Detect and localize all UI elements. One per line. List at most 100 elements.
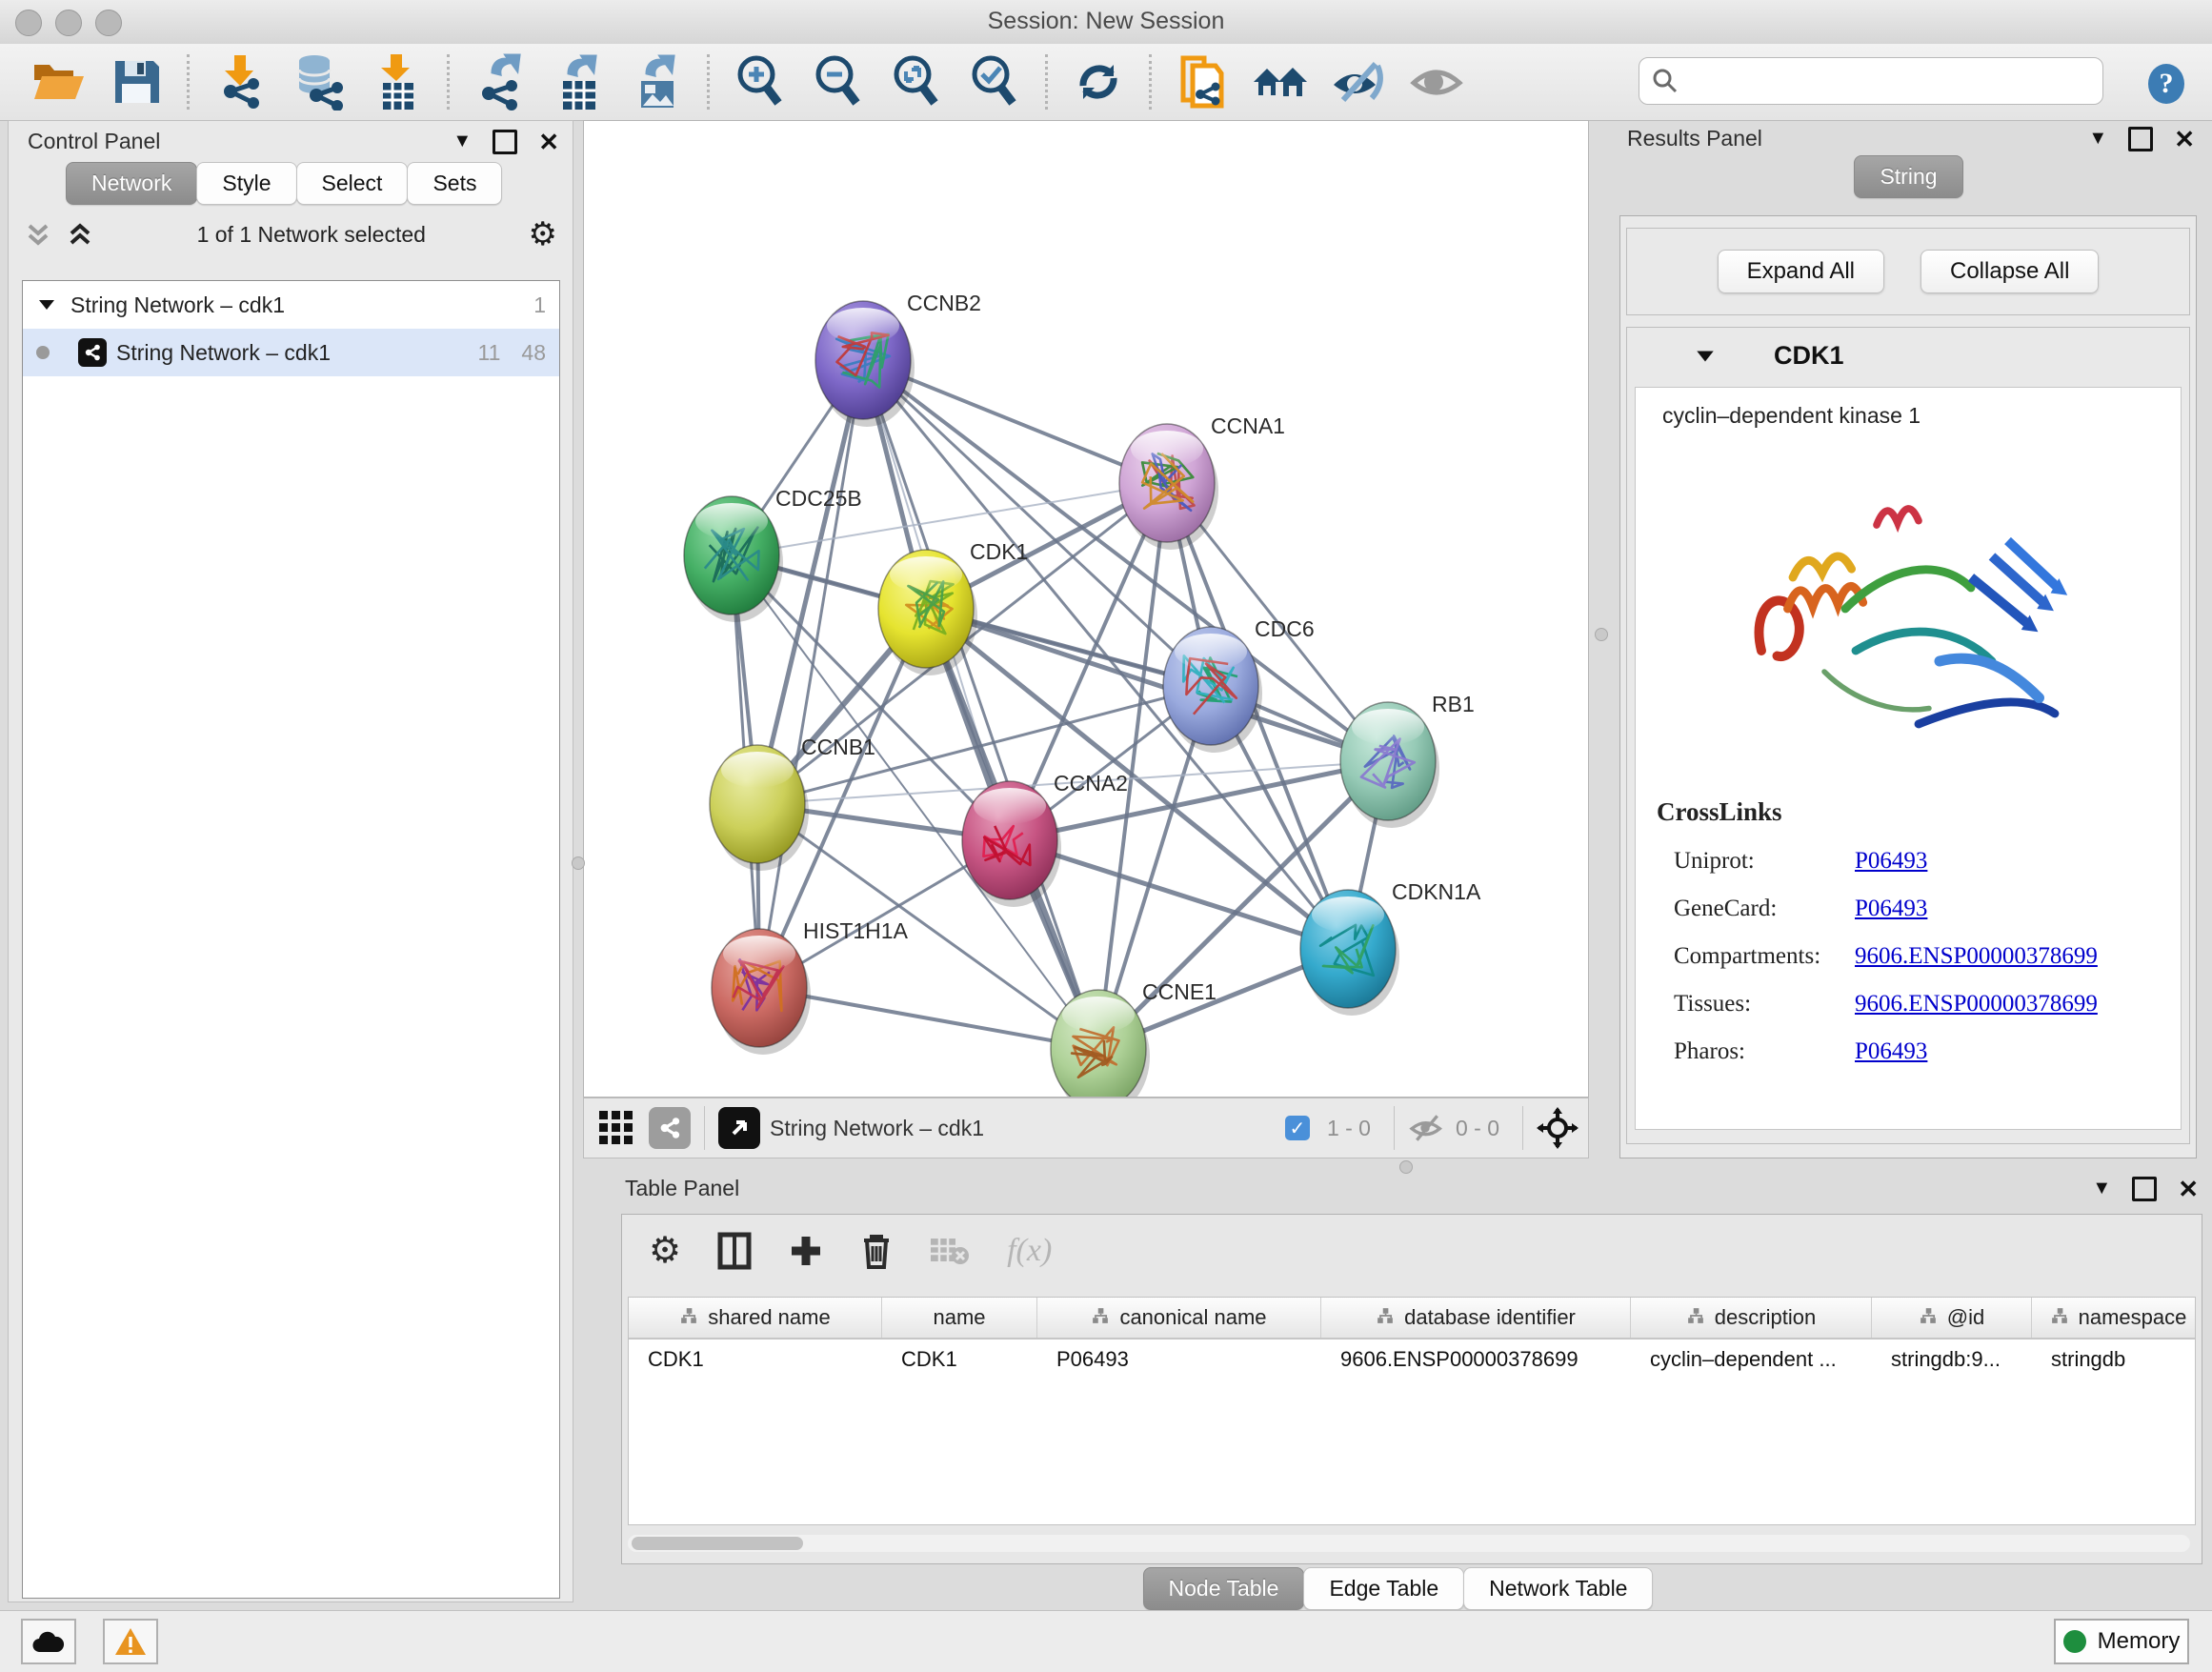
edge-ccnb2-ccne1[interactable] (863, 360, 1098, 1049)
cell-namespace[interactable]: stringdb (2032, 1340, 2196, 1380)
node-cdk1[interactable]: CDK1 (878, 539, 1028, 675)
clear-table-icon[interactable] (929, 1235, 971, 1267)
warnings-button[interactable] (103, 1619, 158, 1664)
add-column-icon[interactable] (788, 1233, 824, 1269)
collapse-caret-icon[interactable] (36, 294, 57, 315)
hidden-eye-icon[interactable] (1408, 1112, 1446, 1144)
table-gear-icon[interactable]: ⚙ (649, 1237, 681, 1265)
panel-float-icon[interactable] (2128, 127, 2153, 151)
import-table-icon[interactable] (367, 52, 426, 111)
network-canvas[interactable]: CCNB2 CCNA1 CDC25BCDK1 CDC6RB1 CCNB1 CCNA2 CDK… (583, 120, 1589, 1098)
node-cdkn1a[interactable]: CDKN1A (1300, 879, 1481, 1016)
cloud-button[interactable] (21, 1619, 76, 1664)
collapse-caret-icon[interactable] (1694, 345, 1717, 368)
memory-button[interactable]: Memory (2054, 1619, 2189, 1664)
column-header-description[interactable]: description (1631, 1298, 1872, 1338)
column-header-name[interactable]: name (882, 1298, 1037, 1338)
panel-menu-icon[interactable]: ▼ (2092, 1178, 2111, 1199)
panel-menu-icon[interactable]: ▼ (452, 131, 472, 152)
panel-float-icon[interactable] (493, 130, 517, 154)
help-icon[interactable]: ? (2145, 63, 2187, 110)
network-view-icon[interactable] (649, 1107, 691, 1149)
tab-select[interactable]: Select (296, 162, 409, 205)
tab-node-table[interactable]: Node Table (1143, 1567, 1305, 1610)
import-network-database-icon[interactable] (289, 52, 348, 111)
crosslink-row: GeneCard:P06493 (1674, 896, 2181, 922)
tab-network[interactable]: Network (66, 162, 197, 205)
export-table-icon[interactable] (549, 52, 608, 111)
delete-column-icon[interactable] (860, 1232, 893, 1270)
collapse-tree-icon[interactable] (66, 220, 94, 249)
table-row[interactable]: CDK1CDK1P064939606.ENSP00000378699cyclin… (629, 1340, 2195, 1380)
crosslink-link[interactable]: P06493 (1855, 1038, 1927, 1064)
crosslink-link[interactable]: 9606.ENSP00000378699 (1855, 943, 2098, 969)
table-hscrollbar[interactable] (628, 1535, 2190, 1552)
tab-edge-table[interactable]: Edge Table (1303, 1567, 1464, 1610)
node-ccna1[interactable]: CCNA1 (1119, 413, 1285, 550)
crosslink-link[interactable]: 9606.ENSP00000378699 (1855, 991, 2098, 1017)
cell-description[interactable]: cyclin–dependent ... (1631, 1340, 1872, 1380)
refresh-layout-icon[interactable] (1069, 52, 1128, 111)
column-header-shared-name[interactable]: shared name (629, 1298, 882, 1338)
open-folder-icon[interactable] (29, 52, 88, 111)
zoom-selected-icon[interactable] (965, 52, 1024, 111)
search-input[interactable] (1679, 68, 2083, 94)
node-rb1[interactable]: RB1 (1340, 692, 1475, 828)
grid-view-icon[interactable] (597, 1107, 635, 1150)
hide-selected-icon[interactable] (1329, 52, 1388, 111)
expand-all-button[interactable]: Expand All (1718, 250, 1884, 293)
tab-style[interactable]: Style (196, 162, 296, 205)
node-cdc25b[interactable]: CDC25B (684, 486, 862, 622)
cell-canonical-name[interactable]: P06493 (1037, 1340, 1321, 1380)
import-network-file-icon[interactable] (211, 52, 270, 111)
zoom-in-icon[interactable] (731, 52, 790, 111)
node-hist1h1a[interactable]: HIST1H1A (712, 918, 909, 1055)
hscrollbar-thumb[interactable] (632, 1537, 803, 1550)
pan-crosshair-icon[interactable] (1537, 1107, 1579, 1149)
detach-view-icon[interactable] (718, 1107, 760, 1149)
first-neighbors-icon[interactable] (1173, 52, 1232, 111)
panel-menu-icon[interactable]: ▼ (2088, 128, 2107, 150)
panel-float-icon[interactable] (2132, 1177, 2157, 1201)
collapse-all-button[interactable]: Collapse All (1920, 250, 2099, 293)
export-network-icon[interactable] (471, 52, 530, 111)
column-header-canonical-name[interactable]: canonical name (1037, 1298, 1321, 1338)
column-header--id[interactable]: @id (1872, 1298, 2032, 1338)
node-ccna2[interactable]: CCNA2 (962, 771, 1128, 907)
panel-close-icon[interactable]: ✕ (2174, 130, 2195, 149)
homes-icon[interactable] (1251, 52, 1310, 111)
node-ccne1[interactable]: CCNE1 (1051, 979, 1217, 1097)
gear-icon[interactable]: ⚙ (529, 220, 557, 249)
column-header-database-identifier[interactable]: database identifier (1321, 1298, 1631, 1338)
tab-string[interactable]: String (1854, 155, 1962, 198)
columns-icon[interactable] (717, 1232, 752, 1270)
cell--id[interactable]: stringdb:9... (1872, 1340, 2032, 1380)
network-graph[interactable]: CCNB2 CCNA1 CDC25BCDK1 CDC6RB1 CCNB1 CCNA2 CDK… (584, 121, 1588, 1097)
panel-close-icon[interactable]: ✕ (538, 132, 559, 151)
network-row[interactable]: String Network – cdk1 11 48 (23, 329, 559, 376)
save-icon[interactable] (107, 52, 166, 111)
cell-database-identifier[interactable]: 9606.ENSP00000378699 (1321, 1340, 1631, 1380)
show-all-icon[interactable] (1407, 52, 1466, 111)
function-builder-icon[interactable]: f(x) (1007, 1233, 1052, 1269)
left-splitter-handle[interactable] (572, 856, 585, 870)
tab-sets[interactable]: Sets (407, 162, 502, 205)
export-image-icon[interactable] (627, 52, 686, 111)
edge-cdk1-rb1[interactable] (926, 609, 1388, 761)
node-ccnb2[interactable]: CCNB2 (815, 291, 981, 427)
crosslink-link[interactable]: P06493 (1855, 848, 1927, 874)
zoom-fit-icon[interactable] (887, 52, 946, 111)
right-splitter-handle[interactable] (1595, 628, 1608, 641)
cell-shared-name[interactable]: CDK1 (629, 1340, 882, 1380)
tab-network-table[interactable]: Network Table (1463, 1567, 1653, 1610)
crosslink-link[interactable]: P06493 (1855, 896, 1927, 921)
zoom-out-icon[interactable] (809, 52, 868, 111)
cell-name[interactable]: CDK1 (882, 1340, 1037, 1380)
column-header-namespace[interactable]: namespace (2032, 1298, 2196, 1338)
panel-close-icon[interactable]: ✕ (2178, 1179, 2199, 1199)
selected-checkbox-icon[interactable]: ✓ (1285, 1116, 1310, 1140)
node-cdc6[interactable]: CDC6 (1163, 616, 1315, 753)
network-collection-row[interactable]: String Network – cdk1 1 (23, 281, 559, 329)
expand-tree-icon[interactable] (24, 220, 52, 249)
node-ccnb1[interactable]: CCNB1 (710, 735, 875, 871)
